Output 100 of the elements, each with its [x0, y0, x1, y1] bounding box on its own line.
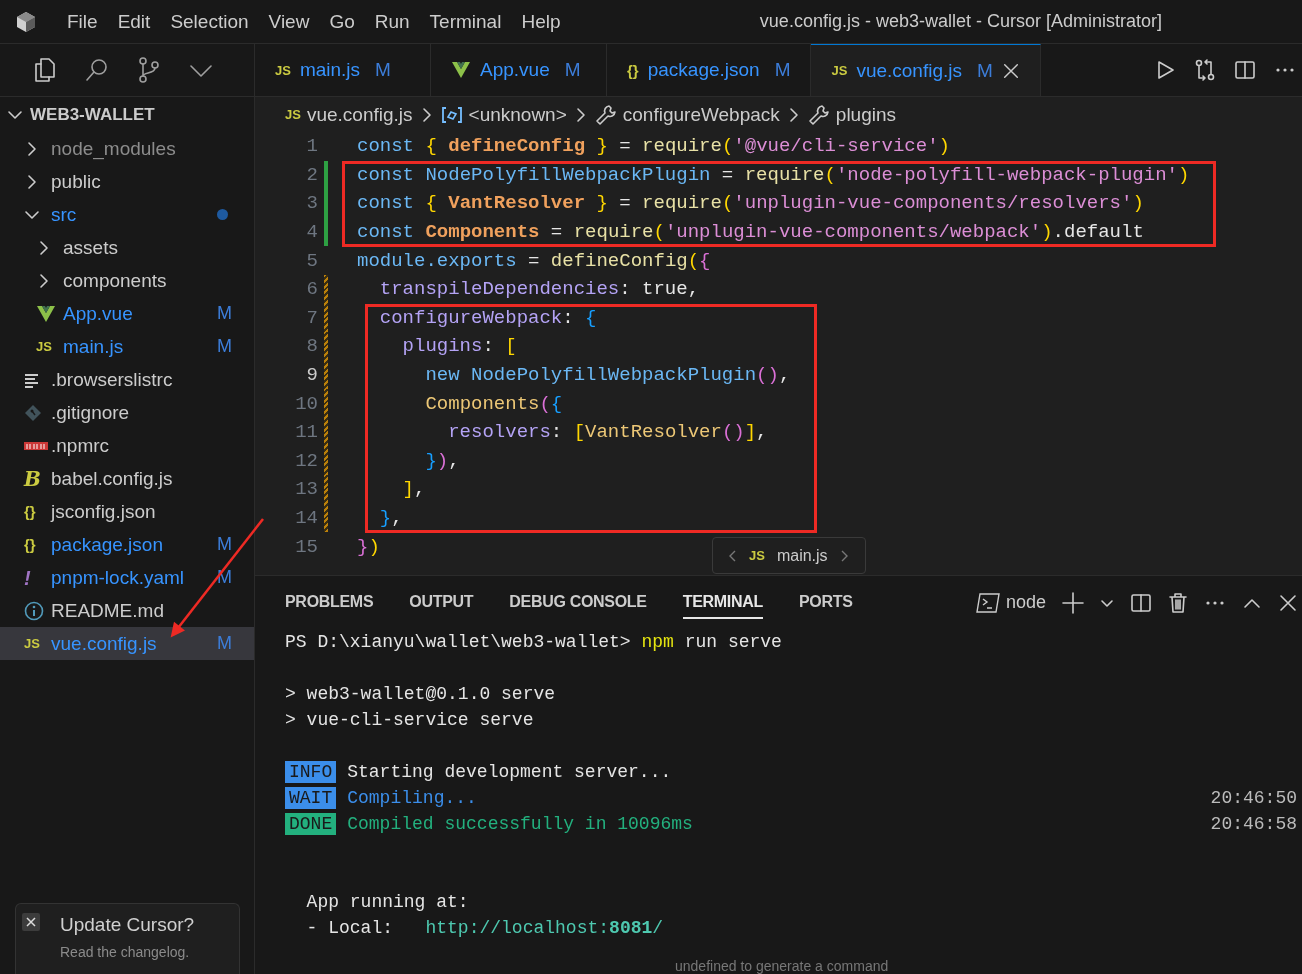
breadcrumb-item[interactable]: vue.config.js — [306, 103, 413, 126]
js-file-icon: JS — [749, 549, 765, 562]
editor-tab[interactable]: JS main.js M — [255, 44, 431, 96]
file-tree-item[interactable]: {} package.json M — [0, 528, 254, 561]
editor-tab[interactable]: JS vue.config.js M — [811, 44, 1041, 96]
chevron-right-icon — [787, 106, 800, 123]
exclamation-icon: ! — [24, 567, 31, 588]
diamond-icon — [24, 403, 42, 422]
js-file-icon: JS — [275, 63, 291, 77]
menu-item[interactable]: Run — [364, 10, 420, 33]
menu-item[interactable]: Selection — [160, 10, 259, 33]
file-tree-item[interactable]: JS main.js M — [0, 330, 254, 363]
panel-tab[interactable]: DEBUG CONSOLE — [509, 586, 647, 619]
chevron-left-icon[interactable] — [727, 548, 737, 563]
close-icon[interactable] — [1001, 61, 1020, 80]
line-number: 13 — [294, 478, 318, 501]
breadcrumb-item[interactable]: configureWebpack — [622, 103, 780, 126]
chevron-right-icon — [420, 106, 433, 123]
line-number: 5 — [305, 249, 318, 272]
breadcrumb-item[interactable]: <unknown> — [468, 103, 567, 126]
explorer-title: WEB3-WALLET — [30, 104, 155, 125]
code-line: const { VantResolver } = require('unplugin-vue-components/resolvers') — [356, 191, 1145, 217]
code-line: ], — [401, 477, 427, 503]
split-editor-icon[interactable] — [1130, 591, 1152, 614]
notification-message: Read the changelog. — [60, 944, 191, 960]
file-tree-item[interactable]: JS vue.config.js M — [0, 627, 254, 660]
panel-tab[interactable]: OUTPUT — [409, 586, 474, 619]
file-tree-item[interactable]: components — [0, 264, 254, 297]
notification-title: Update Cursor? — [60, 914, 195, 936]
timestamp: 20:46:50 — [1210, 788, 1297, 808]
line-number: 3 — [305, 192, 318, 215]
line-number: 6 — [305, 278, 318, 301]
split-editor-icon[interactable] — [1234, 59, 1256, 81]
file-tree-item[interactable]: .npmrc — [0, 429, 254, 462]
file-tree-item[interactable]: assets — [0, 231, 254, 264]
menu-item[interactable]: View — [258, 10, 320, 33]
code-line: const { defineConfig } = require('@vue/cli-service') — [356, 134, 951, 160]
menu-item[interactable]: Terminal — [419, 10, 512, 33]
trash-icon[interactable] — [1168, 591, 1188, 614]
js-file-icon: JS — [24, 637, 40, 650]
code-line: resolvers: [VantResolver()], — [447, 420, 769, 446]
file-tree-item[interactable]: App.vue M — [0, 297, 254, 330]
terminal-line: Compiling... — [347, 788, 477, 808]
code-line: Components({ — [424, 391, 564, 417]
code-line: transpileDependencies: true, — [378, 277, 701, 303]
panel-tab[interactable]: PROBLEMS — [285, 586, 374, 619]
compare-changes-icon[interactable] — [1194, 59, 1216, 81]
breadcrumb-item[interactable]: plugins — [835, 103, 897, 126]
file-tree-item[interactable]: .gitignore — [0, 396, 254, 429]
file-tree-item[interactable]: public — [0, 165, 254, 198]
terminal-selector[interactable]: node — [975, 591, 1046, 614]
line-number: 8 — [305, 335, 318, 358]
close-icon[interactable] — [22, 913, 40, 931]
code-line: }, — [378, 506, 404, 531]
file-peek-widget[interactable]: JS main.js — [712, 537, 866, 574]
menu-item[interactable]: File — [57, 10, 108, 33]
status-label: WAIT — [285, 787, 337, 809]
app-logo-icon — [15, 10, 37, 33]
file-tree-item[interactable]: README.md — [0, 594, 254, 627]
file-tree-item[interactable]: {} jsconfig.json — [0, 495, 254, 528]
chevron-right-icon — [574, 106, 587, 123]
js-file-icon: JS — [285, 108, 301, 121]
line-number: 4 — [305, 221, 318, 244]
line-number: 12 — [294, 449, 318, 472]
code-line: new NodePolyfillWebpackPlugin(), — [424, 363, 792, 389]
code-line: const NodePolyfillWebpackPlugin = require('node-polyfill-webpack-plugin') — [356, 162, 1191, 188]
add-icon[interactable] — [1062, 591, 1084, 614]
babel-file-icon: B — [24, 468, 41, 489]
terminal-line: Compiled successfully in 10096ms — [347, 814, 693, 834]
menu-item[interactable]: Go — [319, 10, 365, 33]
info-icon — [24, 600, 44, 621]
timestamp: 20:46:58 — [1210, 814, 1297, 834]
wrench-icon — [807, 103, 830, 126]
code-line: configureWebpack: { — [378, 305, 598, 331]
panel-tab[interactable]: TERMINAL — [682, 586, 763, 619]
wrench-icon — [594, 103, 617, 126]
close-icon[interactable] — [1278, 592, 1298, 613]
terminal-line: > vue-cli-service serve — [285, 710, 534, 730]
lines-icon — [24, 371, 40, 388]
panel-tab[interactable]: PORTS — [799, 586, 853, 619]
terminal-line: - Local: http://localhost:8081/ — [305, 918, 664, 938]
menu-item[interactable]: Help — [511, 10, 571, 33]
terminal-line: App running at: — [305, 892, 469, 912]
file-tree-item[interactable]: src — [0, 198, 254, 231]
file-tree-item[interactable]: B babel.config.js — [0, 462, 254, 495]
code-line: }), — [424, 448, 461, 474]
js-file-icon: JS — [36, 340, 52, 353]
terminal-line: PS D:\xianyu\wallet\web3-wallet> npm run serve — [285, 632, 782, 652]
menu-item[interactable]: Edit — [107, 10, 161, 33]
editor-tab[interactable]: App.vue M — [431, 44, 607, 96]
vue-file-icon — [36, 304, 56, 323]
line-number: 15 — [294, 535, 318, 558]
braces-icon: {} — [627, 62, 639, 78]
file-tree-item[interactable]: .browserslistrc — [0, 363, 254, 396]
file-tree-item[interactable]: node_modules — [0, 132, 254, 165]
js-file-icon: JS — [831, 64, 848, 77]
line-number: 1 — [305, 135, 318, 158]
status-label: DONE — [285, 813, 337, 835]
code-line: plugins: [ — [401, 334, 518, 360]
terminal-icon — [975, 591, 1000, 614]
